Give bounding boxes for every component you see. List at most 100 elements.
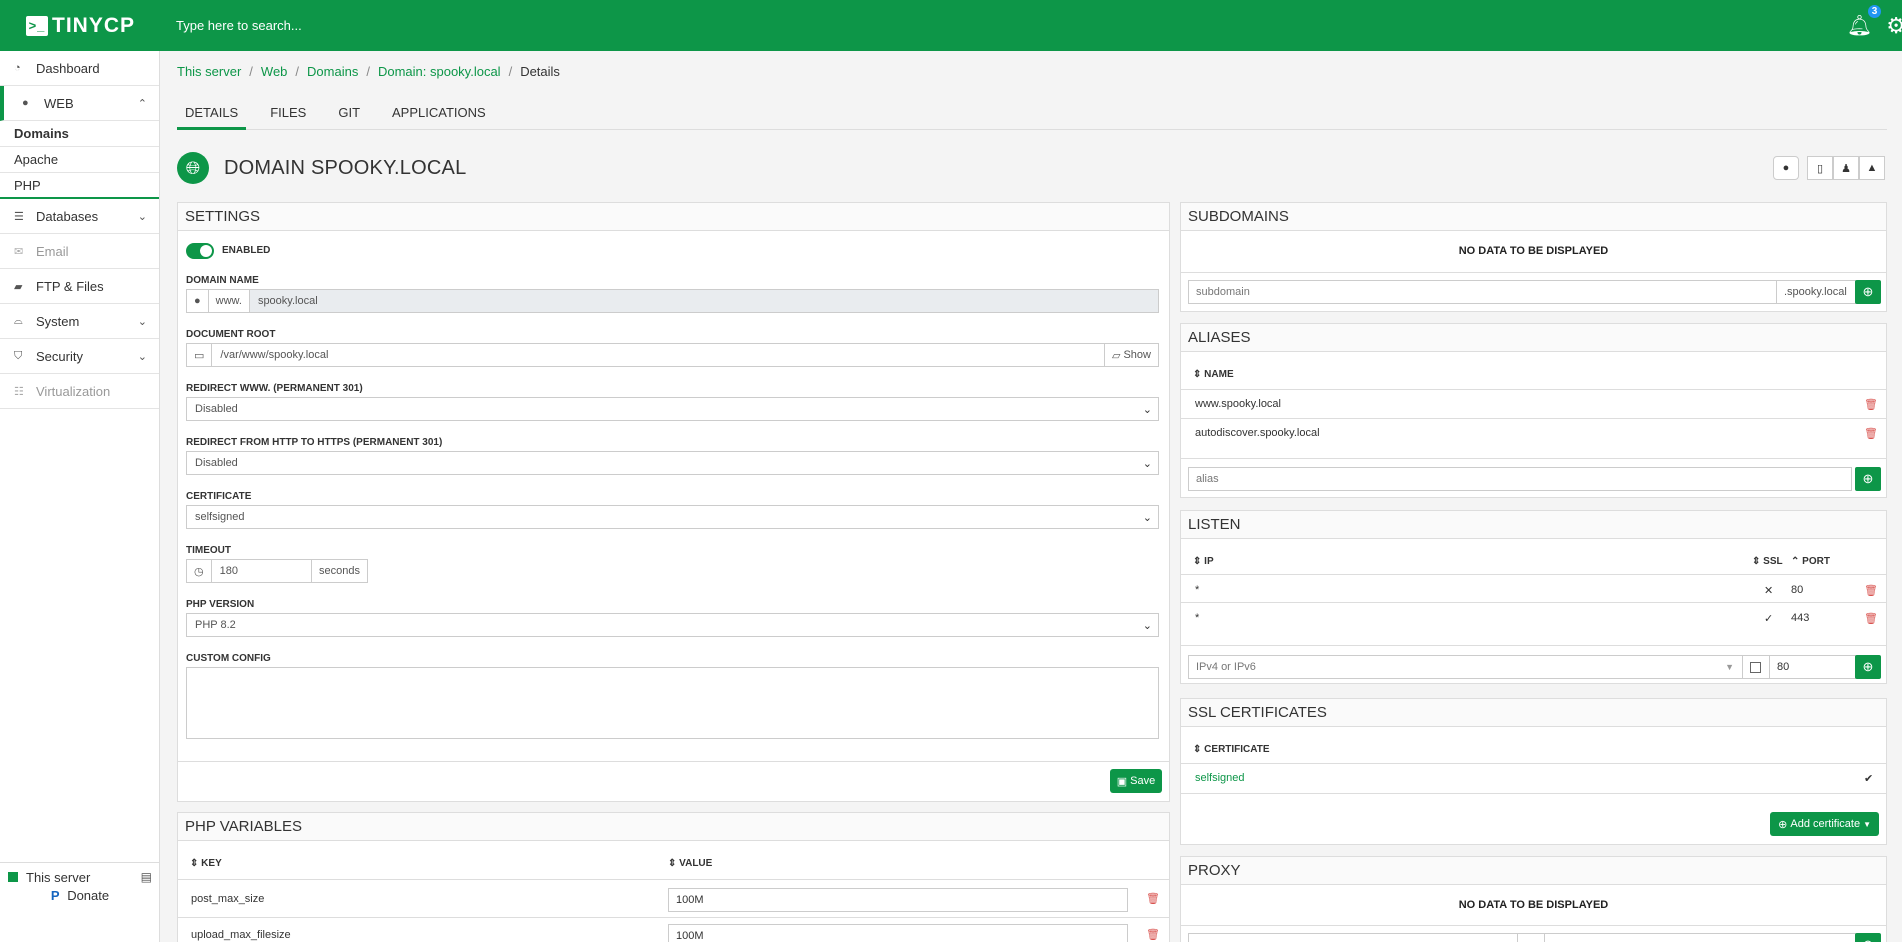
- trash-icon[interactable]: 🗑︎: [1146, 892, 1160, 905]
- certificate-link[interactable]: selfsigned: [1195, 772, 1245, 784]
- docroot-label: DOCUMENT ROOT: [186, 329, 276, 340]
- divider: [178, 761, 1169, 762]
- warning-button[interactable]: ▲: [1859, 156, 1885, 180]
- redirect-https-value: Disabled: [195, 457, 238, 469]
- sidebar-item-ftp-files[interactable]: ▰ FTP & Files: [0, 269, 159, 304]
- save-button[interactable]: ▣ Save: [1110, 769, 1162, 793]
- sidebar-item-virtualization[interactable]: ☷ Virtualization: [0, 374, 159, 409]
- logs-button[interactable]: ▯: [1807, 156, 1833, 180]
- sidebar: ◔ Dashboard ● WEB ⌃ Domains Apache PHP ☰…: [0, 51, 160, 942]
- redirect-www-select[interactable]: Disabled ⌄: [186, 397, 1159, 421]
- aliases-card: ALIASES ⇕ NAME www.spooky.local 🗑︎ autod…: [1180, 323, 1887, 498]
- sidebar-item-label: Email: [36, 243, 69, 259]
- php-version-select[interactable]: PHP 8.2 ⌄: [186, 613, 1159, 637]
- sidebar-subitem-php[interactable]: PHP: [0, 173, 159, 199]
- ip-select[interactable]: IPv4 or IPv6 ▼: [1188, 655, 1743, 679]
- trash-icon[interactable]: 🗑︎: [1864, 612, 1878, 625]
- page-title: DOMAIN SPOOKY.LOCAL: [224, 156, 467, 179]
- page-header: 🌐︎ DOMAIN SPOOKY.LOCAL: [177, 152, 466, 184]
- search-input[interactable]: [176, 18, 776, 33]
- server-switcher[interactable]: This server ▤: [0, 862, 160, 891]
- sidebar-item-label: WEB: [44, 95, 74, 111]
- sidebar-item-label: FTP & Files: [36, 278, 104, 294]
- add-listen-button[interactable]: ⊕: [1855, 655, 1881, 679]
- tab-applications[interactable]: APPLICATIONS: [384, 100, 494, 130]
- sidebar-item-dashboard[interactable]: ◔ Dashboard: [0, 51, 159, 86]
- sidebar-item-security[interactable]: ⛉ Security ⌄: [0, 339, 159, 374]
- custom-config-label: CUSTOM CONFIG: [186, 653, 271, 664]
- listen-ip: *: [1195, 584, 1200, 596]
- card-title: SUBDOMAINS: [1181, 203, 1886, 231]
- gear-icon[interactable]: ⚙: [1886, 13, 1902, 39]
- tab-files[interactable]: FILES: [262, 100, 314, 130]
- folder-open-icon: ▱: [1111, 349, 1121, 362]
- divider: [1181, 602, 1886, 603]
- breadcrumb-separator: /: [366, 64, 370, 79]
- show-button[interactable]: ▱ Show: [1103, 344, 1158, 366]
- trash-icon[interactable]: 🗑︎: [1864, 398, 1878, 411]
- col-key-label: KEY: [201, 858, 222, 869]
- php-var-value-input[interactable]: 100M: [668, 924, 1128, 942]
- col-port-header[interactable]: ⌃ PORT: [1791, 556, 1830, 567]
- proxy-target-input[interactable]: [1544, 933, 1856, 942]
- port-input[interactable]: 80: [1769, 655, 1856, 679]
- trash-icon[interactable]: 🗑︎: [1146, 928, 1160, 941]
- breadcrumb-this-server[interactable]: This server: [177, 64, 241, 79]
- custom-config-textarea[interactable]: [186, 667, 1159, 739]
- proxy-path-input[interactable]: [1188, 933, 1518, 942]
- sidebar-item-email[interactable]: ✉ Email: [0, 234, 159, 269]
- col-value-header[interactable]: ⇕ VALUE: [668, 858, 712, 869]
- domain-name-field[interactable]: ● www. spooky.local: [186, 289, 1159, 313]
- enabled-toggle[interactable]: [186, 243, 214, 259]
- sidebar-item-web[interactable]: ● WEB ⌃: [0, 86, 159, 121]
- database-icon: ☰: [14, 210, 24, 223]
- breadcrumb-domains[interactable]: Domains: [307, 64, 358, 79]
- chevron-down-icon: ⌄: [1142, 511, 1152, 524]
- col-ip-header[interactable]: ⇕ IP: [1193, 556, 1214, 567]
- redirect-https-select[interactable]: Disabled ⌄: [186, 451, 1159, 475]
- tab-git[interactable]: GIT: [330, 100, 368, 130]
- php-version-value: PHP 8.2: [195, 619, 236, 631]
- divider: [1181, 925, 1886, 926]
- col-ssl-header[interactable]: ⇕ SSL: [1752, 556, 1783, 567]
- sidebar-item-databases[interactable]: ☰ Databases ⌄: [0, 199, 159, 234]
- sidebar-subitem-domains[interactable]: Domains: [0, 121, 159, 147]
- add-subdomain-button[interactable]: ⊕: [1855, 280, 1881, 304]
- sidebar-item-system[interactable]: ⌓ System ⌄: [0, 304, 159, 339]
- plus-circle-icon: ⊕: [1778, 818, 1788, 831]
- notifications-button[interactable]: 🔔︎ 3: [1847, 5, 1882, 38]
- trash-icon[interactable]: 🗑︎: [1864, 427, 1878, 440]
- alias-input[interactable]: alias: [1188, 467, 1852, 491]
- subdomain-input[interactable]: subdomain: [1188, 280, 1777, 304]
- folder-icon: ▭: [187, 344, 213, 366]
- col-key-header[interactable]: ⇕ KEY: [190, 858, 222, 869]
- security-button[interactable]: ♟: [1833, 156, 1859, 180]
- open-website-button[interactable]: ●: [1773, 156, 1799, 180]
- add-proxy-button[interactable]: ⊕: [1855, 933, 1881, 942]
- ssl-checkbox-wrap: [1742, 655, 1770, 679]
- sidebar-subitem-apache[interactable]: Apache: [0, 147, 159, 173]
- logo-text: TINYCP: [52, 13, 136, 37]
- breadcrumb-domain[interactable]: Domain: spooky.local: [378, 64, 501, 79]
- docroot-field[interactable]: ▭ /var/www/spooky.local ▱ Show: [186, 343, 1159, 367]
- listen-ip: *: [1195, 612, 1200, 624]
- ssl-checkbox[interactable]: [1750, 661, 1761, 673]
- warning-icon: ▲: [1866, 162, 1878, 174]
- col-name-label: NAME: [1204, 369, 1234, 380]
- chevron-down-icon: ⌄: [137, 350, 147, 363]
- col-certificate-header[interactable]: ⇕ CERTIFICATE: [1193, 744, 1270, 755]
- certificate-select[interactable]: selfsigned ⌄: [186, 505, 1159, 529]
- col-name-header[interactable]: ⇕ NAME: [1193, 369, 1234, 380]
- add-certificate-button[interactable]: ⊕ Add certificate ▼: [1770, 812, 1879, 836]
- tab-details[interactable]: DETAILS: [177, 100, 247, 130]
- timeout-unit: seconds: [312, 560, 367, 582]
- timeout-field[interactable]: ◷ 180 seconds: [186, 559, 368, 583]
- trash-icon[interactable]: 🗑︎: [1864, 584, 1878, 597]
- logo[interactable]: >_ TINYCP: [0, 0, 160, 51]
- breadcrumb-web[interactable]: Web: [261, 64, 288, 79]
- chevron-down-icon: ⌄: [1142, 403, 1152, 416]
- card-title: LISTEN: [1181, 511, 1886, 539]
- php-var-value-input[interactable]: 100M: [668, 888, 1128, 912]
- www-prefix: www.: [208, 290, 250, 312]
- add-alias-button[interactable]: ⊕: [1855, 467, 1881, 491]
